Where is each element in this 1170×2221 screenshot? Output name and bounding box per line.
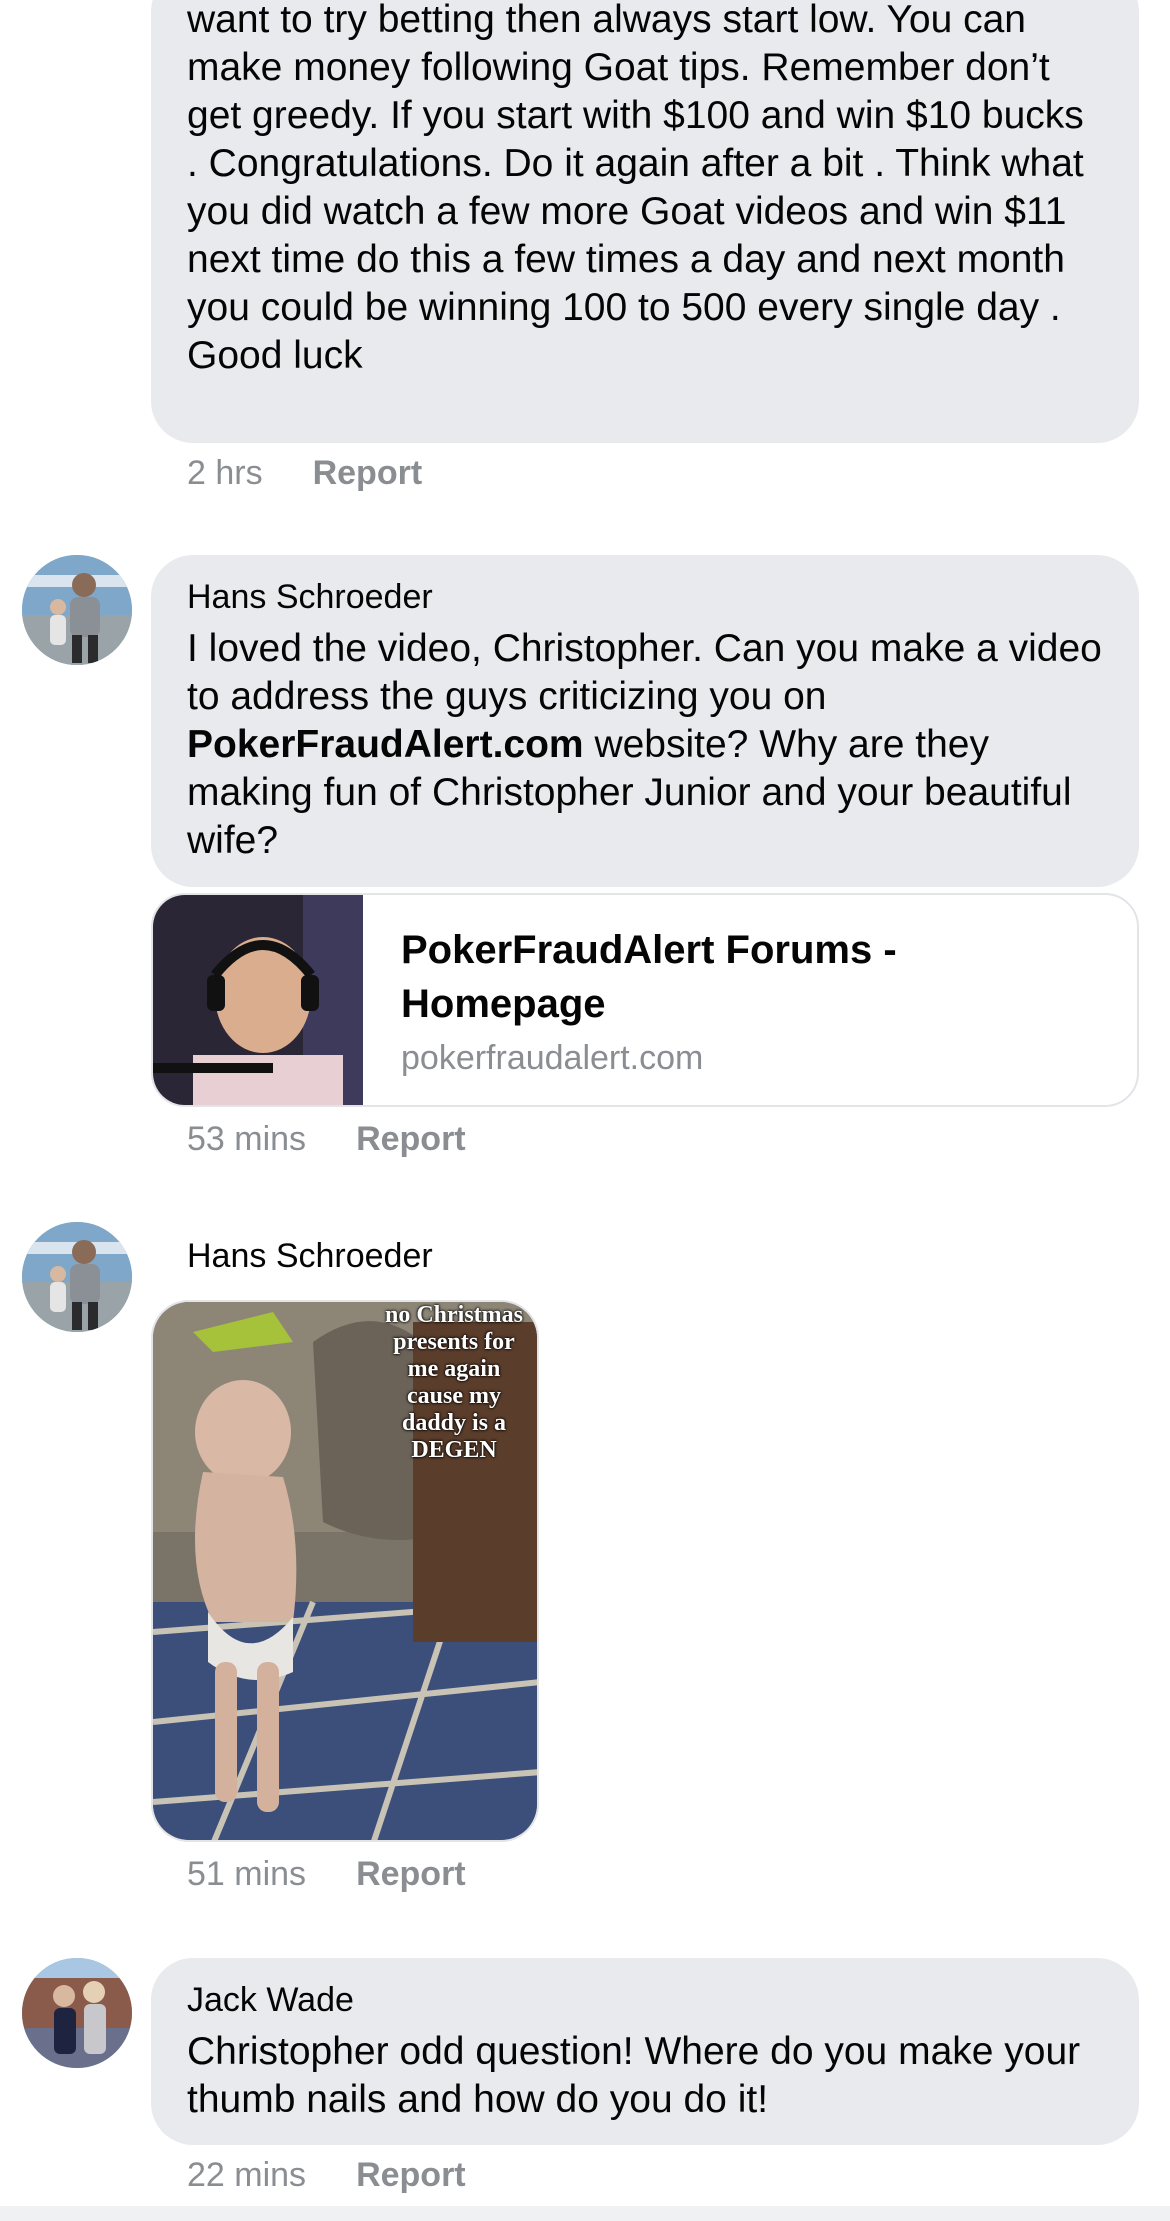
comment-bubble: Jack Wade Christopher odd question! Wher… <box>151 1958 1139 2145</box>
link-preview-card[interactable]: PokerFraudAlert Forums - Homepage pokerf… <box>151 893 1139 1107</box>
comment-meta: 51 mins Report <box>187 1855 466 1894</box>
comment-author[interactable]: Jack Wade <box>187 1980 1103 2020</box>
comment-text-part: I loved the video, Christopher. Can you … <box>187 627 1102 718</box>
comment-timestamp: 51 mins <box>187 1855 307 1893</box>
comment-bubble: want to try betting then always start lo… <box>151 0 1139 443</box>
comment-timestamp: 22 mins <box>187 2156 307 2194</box>
link-domain: pokerfraudalert.com <box>401 1039 704 1077</box>
avatar-photo-icon <box>22 555 132 665</box>
comment-author[interactable]: Hans Schroeder <box>187 577 1103 617</box>
link-preview-thumbnail <box>153 895 363 1105</box>
comment-timestamp: 2 hrs <box>187 454 263 492</box>
comment-text: want to try betting then always start lo… <box>187 0 1084 377</box>
avatar[interactable] <box>22 1958 132 2068</box>
comment-text: I loved the video, Christopher. Can you … <box>187 625 1103 865</box>
comment-author[interactable]: Hans Schroeder <box>187 1237 433 1276</box>
report-button[interactable]: Report <box>356 1120 466 1159</box>
avatar[interactable] <box>22 555 132 665</box>
bottom-divider <box>0 2206 1170 2221</box>
gif-attachment[interactable]: no Christmas presents for me again cause… <box>151 1300 539 1842</box>
gif-caption: no Christmas presents for me again cause… <box>384 1302 523 1463</box>
comment-meta: 53 mins Report <box>187 1120 466 1159</box>
comment-meta: 22 mins Report <box>187 2156 466 2195</box>
link-title[interactable]: PokerFraudAlert Forums - Homepage <box>401 923 1101 1031</box>
report-button[interactable]: Report <box>313 454 423 493</box>
avatar-photo-icon <box>22 1958 132 2068</box>
comment-timestamp: 53 mins <box>187 1120 307 1158</box>
avatar[interactable] <box>22 1222 132 1332</box>
avatar-photo-icon <box>22 1222 132 1332</box>
comment-link-text[interactable]: PokerFraudAlert.com <box>187 723 584 766</box>
report-button[interactable]: Report <box>356 1855 466 1894</box>
report-button[interactable]: Report <box>356 2156 466 2195</box>
comment-text: Christopher odd question! Where do you m… <box>187 2030 1081 2121</box>
link-thumbnail-image-icon <box>153 895 363 1105</box>
comment-meta: 2 hrs Report <box>187 454 422 493</box>
comment-bubble: Hans Schroeder I loved the video, Christ… <box>151 555 1139 887</box>
